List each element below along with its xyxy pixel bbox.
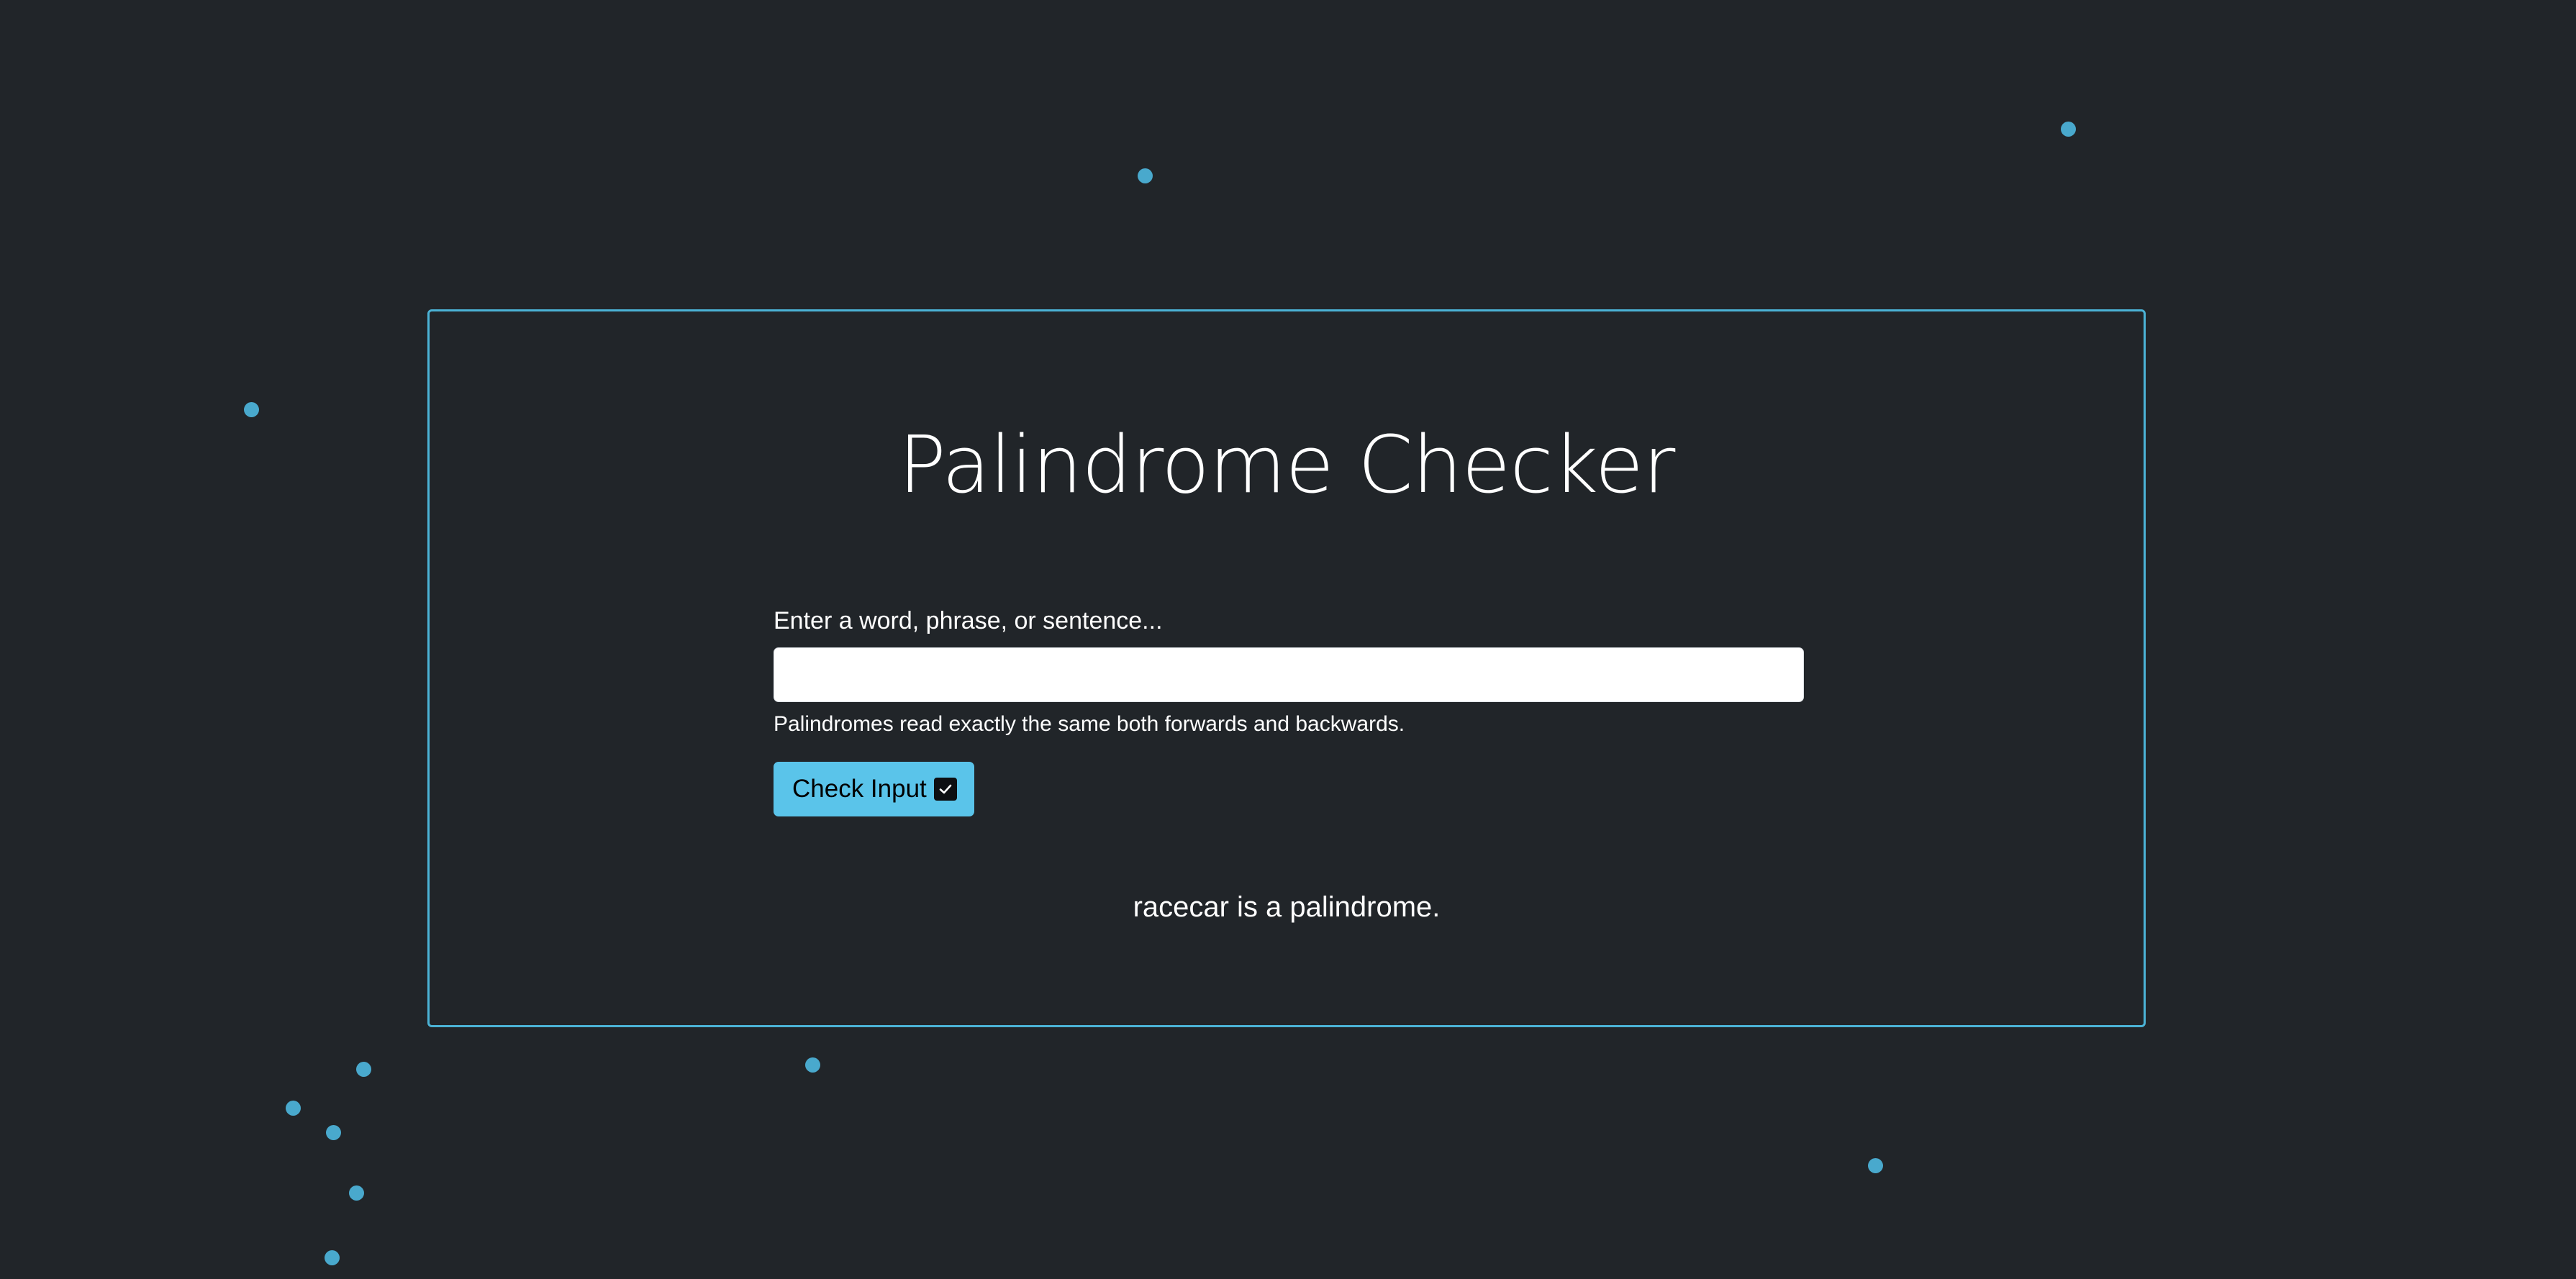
check-square-icon xyxy=(933,778,957,801)
text-input[interactable] xyxy=(774,647,1804,702)
palindrome-form: Enter a word, phrase, or sentence... Pal… xyxy=(774,603,1804,740)
decorative-dot xyxy=(349,1185,364,1201)
check-input-button-label: Check Input xyxy=(792,775,927,803)
decorative-dot xyxy=(1138,168,1153,183)
decorative-dot xyxy=(805,1057,820,1073)
decorative-dot xyxy=(325,1250,340,1265)
decorative-dot xyxy=(326,1125,341,1140)
help-text: Palindromes read exactly the same both f… xyxy=(774,712,1405,736)
page-title: Palindrome Checker xyxy=(898,419,1676,511)
palindrome-card: Palindrome Checker Enter a word, phrase,… xyxy=(427,309,2146,1027)
decorative-dot xyxy=(2061,122,2076,137)
decorative-dot xyxy=(1868,1158,1883,1173)
result-message: racecar is a palindrome. xyxy=(1133,891,1441,923)
check-input-button[interactable]: Check Input xyxy=(774,762,974,816)
decorative-dot xyxy=(244,402,259,417)
decorative-dot xyxy=(286,1101,301,1116)
page: Palindrome Checker Enter a word, phrase,… xyxy=(0,0,2576,1279)
decorative-dot xyxy=(356,1062,371,1077)
input-label: Enter a word, phrase, or sentence... xyxy=(774,607,1163,634)
